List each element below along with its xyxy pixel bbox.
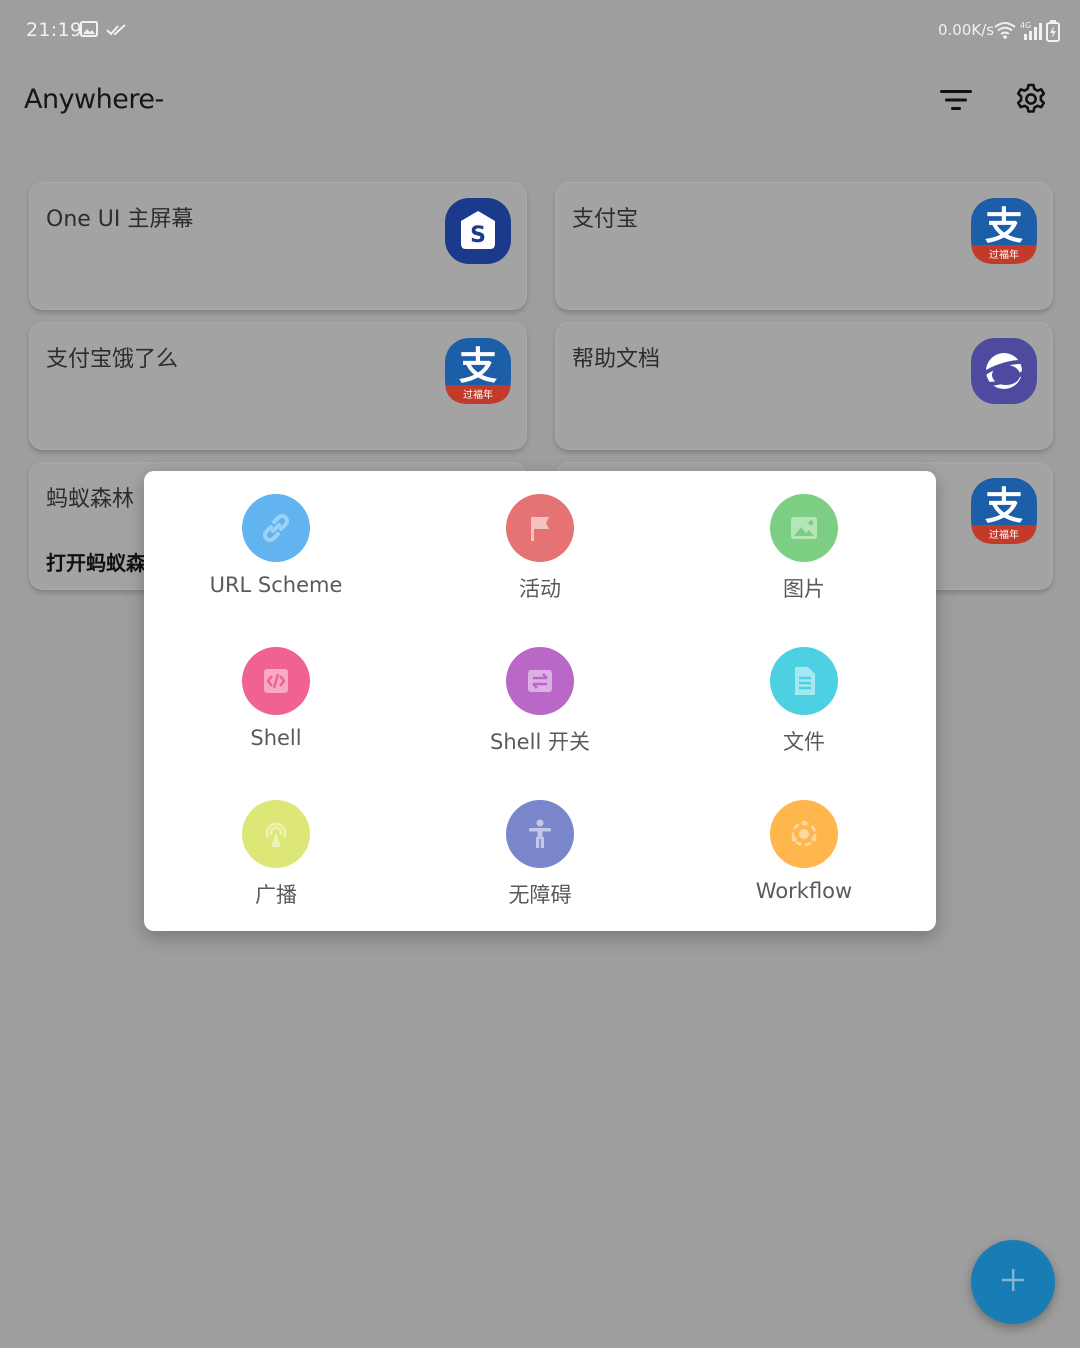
card-one-ui-home[interactable]: One UI 主屏幕 S bbox=[29, 182, 527, 310]
status-time: 21:19 bbox=[26, 19, 83, 41]
plus-icon bbox=[1000, 1267, 1026, 1297]
svg-text:支: 支 bbox=[985, 484, 1023, 528]
menu-item-image[interactable]: 图片 bbox=[672, 471, 936, 621]
menu-item-accessibility[interactable]: 无障碍 bbox=[408, 777, 672, 927]
file-icon bbox=[770, 647, 838, 715]
svg-text:过福年: 过福年 bbox=[989, 528, 1019, 541]
svg-text:过福年: 过福年 bbox=[989, 248, 1019, 261]
link-icon bbox=[242, 494, 310, 562]
menu-item-file[interactable]: 文件 bbox=[672, 624, 936, 774]
card-title: 支付宝 bbox=[572, 207, 639, 232]
svg-text:4G: 4G bbox=[1020, 21, 1031, 30]
card-title: One UI 主屏幕 bbox=[46, 207, 194, 232]
app-title: Anywhere- bbox=[24, 84, 164, 115]
alipay-icon: 支 过福年 bbox=[444, 337, 512, 405]
card-subtitle: 打开蚂蚁森 bbox=[46, 551, 146, 575]
menu-item-label: Shell 开关 bbox=[490, 730, 590, 754]
card-title: 蚂蚁森林 bbox=[46, 487, 135, 512]
menu-item-shell-switch[interactable]: Shell 开关 bbox=[408, 624, 672, 774]
menu-item-label: 活动 bbox=[519, 577, 561, 601]
svg-text:支: 支 bbox=[459, 344, 497, 388]
add-type-menu: URL Scheme 活动 图片 Shell Shell 开关 文件 广播 无障… bbox=[144, 471, 936, 931]
card-help-docs[interactable]: 帮助文档 bbox=[555, 322, 1053, 450]
accessibility-icon bbox=[506, 800, 574, 868]
menu-item-label: Workflow bbox=[755, 879, 853, 903]
gear-icon bbox=[1015, 83, 1047, 119]
workflow-icon bbox=[770, 800, 838, 868]
menu-item-shell[interactable]: Shell bbox=[144, 624, 408, 774]
menu-item-workflow[interactable]: Workflow bbox=[672, 777, 936, 927]
samsung-internet-icon bbox=[970, 337, 1038, 405]
menu-item-label: Shell bbox=[250, 726, 302, 750]
code-icon bbox=[242, 647, 310, 715]
menu-item-label: 无障碍 bbox=[508, 883, 572, 907]
menu-item-label: 图片 bbox=[783, 577, 825, 601]
svg-text:支: 支 bbox=[985, 204, 1023, 248]
add-button[interactable] bbox=[971, 1240, 1055, 1324]
gallery-notification-icon bbox=[80, 21, 98, 41]
menu-item-label: 文件 bbox=[783, 730, 825, 754]
card-title: 帮助文档 bbox=[572, 347, 661, 372]
menu-item-label: URL Scheme bbox=[209, 573, 343, 597]
filter-button[interactable] bbox=[934, 80, 978, 124]
switch-icon bbox=[506, 647, 574, 715]
samsung-home-icon: S bbox=[444, 197, 512, 265]
battery-charging-icon bbox=[1046, 20, 1060, 46]
settings-button[interactable] bbox=[1009, 79, 1053, 123]
broadcast-icon bbox=[242, 800, 310, 868]
flag-icon bbox=[506, 494, 574, 562]
card-alipay-eleme[interactable]: 支付宝饿了么 支 过福年 bbox=[29, 322, 527, 450]
card-alipay[interactable]: 支付宝 支 过福年 bbox=[555, 182, 1053, 310]
alipay-icon: 支 过福年 bbox=[970, 477, 1038, 545]
double-check-icon bbox=[106, 22, 128, 42]
wifi-icon bbox=[993, 20, 1017, 44]
menu-item-label: 广播 bbox=[255, 883, 297, 907]
menu-item-url-scheme[interactable]: URL Scheme bbox=[144, 471, 408, 621]
filter-icon bbox=[940, 87, 972, 117]
menu-item-broadcast[interactable]: 广播 bbox=[144, 777, 408, 927]
alipay-icon: 支 过福年 bbox=[970, 197, 1038, 265]
image-icon bbox=[770, 494, 838, 562]
card-title: 支付宝饿了么 bbox=[46, 347, 179, 372]
status-bar: 21:19 0.00K/s 4G bbox=[0, 0, 1080, 64]
svg-text:过福年: 过福年 bbox=[463, 388, 493, 401]
menu-item-activity[interactable]: 活动 bbox=[408, 471, 672, 621]
cell-signal-icon: 4G bbox=[1020, 20, 1044, 46]
network-speed: 0.00K/s bbox=[938, 21, 995, 39]
svg-text:S: S bbox=[470, 223, 486, 248]
